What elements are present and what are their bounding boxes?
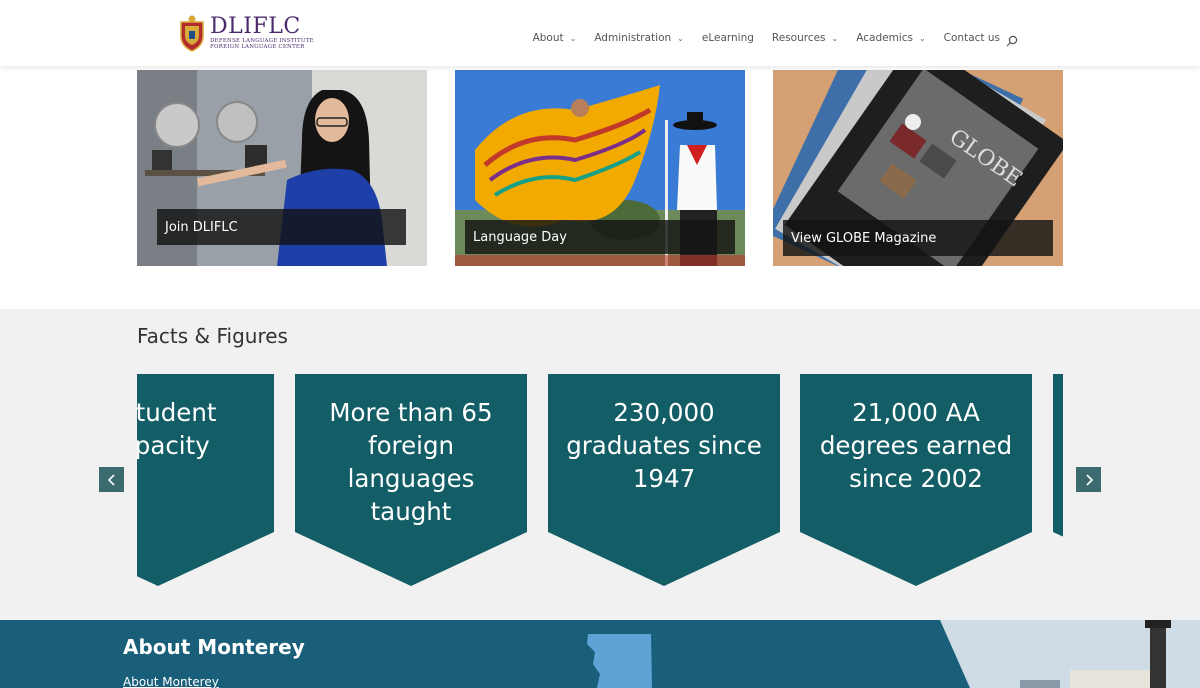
main-nav: About ⌄ Administration ⌄ eLearning Resou… — [515, 32, 1018, 47]
crest-icon — [178, 14, 206, 52]
fact-slide: 21,000 AA degrees earned since 2002 — [800, 374, 1032, 586]
nav-label: Administration — [594, 32, 672, 44]
fact-text: 21,000 AA degrees earned since 2002 — [800, 396, 1032, 495]
fact-slide: More than 65 foreign languages taught — [295, 374, 527, 586]
language-day-card[interactable]: Language Day — [455, 70, 745, 266]
nav-label: eLearning — [701, 32, 754, 44]
site-logo[interactable]: DLIFLC DEFENSE LANGUAGE INSTITUTE FOREIG… — [178, 13, 314, 53]
fact-line: languages — [347, 464, 475, 493]
nav-label: Academics — [856, 32, 913, 44]
facts-carousel[interactable]: 0 student capacity More than 65 foreign … — [137, 374, 1063, 586]
california-map-icon — [587, 634, 652, 688]
fact-text: More than 65 foreign languages taught — [295, 396, 527, 528]
search-icon[interactable] — [1006, 32, 1018, 47]
card-label: View GLOBE Magazine — [783, 220, 1053, 256]
fact-line: 0 student — [137, 398, 217, 427]
nav-resources[interactable]: Resources ⌄ — [772, 32, 838, 44]
globe-magazine-card[interactable]: GLOBE View GLOBE Magazine — [773, 70, 1063, 266]
chevron-down-icon: ⌄ — [831, 33, 839, 43]
fact-slide: 230,000 graduates since 1947 — [548, 374, 780, 586]
fact-line: taught — [370, 497, 452, 526]
carousel-next-button[interactable] — [1076, 467, 1101, 492]
facts-section: Facts & Figures 0 student capacity More … — [0, 309, 1200, 620]
chevron-shape — [1053, 374, 1063, 537]
chevron-right-icon — [1085, 473, 1093, 486]
fact-line: 1947 — [632, 464, 696, 493]
fact-line: capacity — [137, 431, 210, 460]
logo-title: DLIFLC — [210, 14, 301, 39]
section-title: About Monterey — [123, 635, 305, 659]
about-monterey-link[interactable]: About Monterey — [123, 675, 219, 688]
chevron-down-icon: ⌄ — [677, 33, 684, 43]
fact-line: degrees earned — [819, 431, 1013, 460]
card-label: Language Day — [465, 220, 735, 254]
logo-line-2: FOREIGN LANGUAGE CENTER — [210, 44, 305, 50]
fact-line: foreign — [367, 431, 455, 460]
chevron-left-icon — [107, 473, 115, 486]
join-dliflc-card[interactable]: Join DLIFLC — [137, 70, 427, 266]
nav-label: Contact us — [943, 32, 1000, 44]
about-monterey-section: About Monterey About Monterey — [0, 620, 1200, 688]
nav-administration[interactable]: Administration ⌄ — [594, 32, 684, 44]
nav-contact-us[interactable]: Contact us — [944, 32, 1000, 44]
nav-elearning[interactable]: eLearning — [702, 32, 754, 44]
nav-about[interactable]: About ⌄ — [533, 32, 577, 44]
fact-line: 230,000 — [613, 398, 715, 427]
fact-line: since 2002 — [849, 464, 983, 493]
nav-academics[interactable]: Academics ⌄ — [856, 32, 925, 44]
section-title: Facts & Figures — [137, 324, 288, 348]
nav-label: About — [532, 32, 564, 44]
fact-slide — [1053, 374, 1063, 586]
fact-line: 21,000 AA — [852, 398, 980, 427]
site-header: DLIFLC DEFENSE LANGUAGE INSTITUTE FOREIG… — [0, 0, 1200, 66]
chevron-down-icon: ⌄ — [569, 33, 577, 43]
fact-line: More than 65 — [329, 398, 493, 427]
chevron-down-icon: ⌄ — [918, 33, 926, 43]
card-label: Join DLIFLC — [157, 209, 406, 245]
carousel-prev-button[interactable] — [99, 467, 124, 492]
nav-label: Resources — [771, 32, 826, 44]
fact-text: 230,000 graduates since 1947 — [548, 396, 780, 495]
fact-text: 0 student capacity — [137, 396, 274, 462]
fact-slide: 0 student capacity — [137, 374, 274, 586]
fact-line: graduates since — [566, 431, 762, 460]
monterey-photo — [940, 620, 1200, 688]
logo-text: DLIFLC DEFENSE LANGUAGE INSTITUTE FOREIG… — [210, 14, 314, 51]
